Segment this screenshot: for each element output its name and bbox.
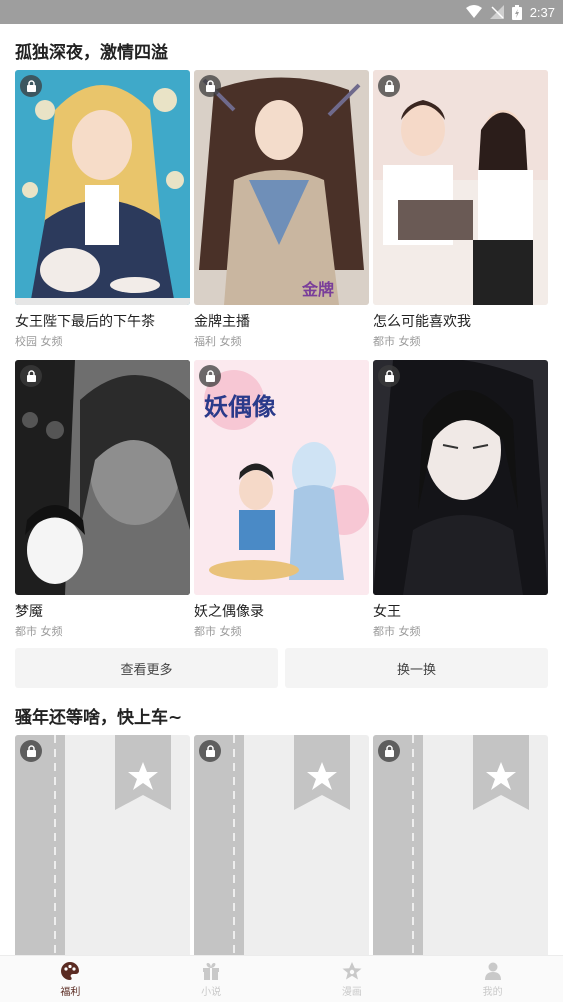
nav-item-novel[interactable]: 小说 — [141, 956, 282, 1002]
lock-icon — [20, 365, 42, 387]
nav-item-comic[interactable]: 漫画 — [282, 956, 423, 1002]
comic-cover[interactable]: 金牌 — [194, 70, 369, 305]
bookmark-placeholder-icon — [373, 735, 529, 960]
nav-label: 小说 — [201, 986, 222, 998]
lock-icon — [378, 365, 400, 387]
no-signal-icon — [489, 5, 504, 19]
placeholder-card[interactable] — [194, 735, 369, 960]
comic-cover[interactable] — [373, 70, 548, 305]
svg-text:金牌: 金牌 — [301, 280, 334, 299]
comic-tags: 都市 女频 — [373, 625, 421, 638]
comic-tags: 福利 女频 — [194, 335, 242, 348]
wifi-icon — [465, 5, 482, 18]
section-title: 孤独深夜，激情四溢 — [15, 43, 168, 63]
comic-cover[interactable]: 妖偶像 — [194, 360, 369, 595]
palette-icon — [61, 961, 80, 980]
comic-card[interactable]: 妖偶像 妖之偶像录 都市 女频 — [194, 360, 369, 639]
placeholder-card[interactable] — [373, 735, 548, 960]
person-icon — [484, 962, 501, 980]
cover-art-queen — [373, 360, 548, 595]
lock-icon — [20, 75, 42, 97]
comic-title: 怎么可能喜欢我 — [373, 314, 471, 330]
gift-icon — [203, 962, 220, 980]
comic-cover[interactable] — [15, 70, 190, 305]
comic-title: 金牌主播 — [194, 314, 250, 330]
lock-icon — [378, 740, 400, 762]
nav-item-profile[interactable]: 我的 — [422, 956, 563, 1002]
status-bar: 2:37 — [0, 0, 563, 24]
nav-label: 我的 — [482, 986, 503, 998]
lock-icon — [378, 75, 400, 97]
cover-art-nightmare — [15, 360, 190, 595]
comic-tags: 校园 女频 — [15, 335, 63, 348]
nav-label: 福利 — [60, 986, 81, 998]
comic-cover[interactable] — [15, 360, 190, 595]
lock-icon — [199, 740, 221, 762]
view-more-button[interactable]: 查看更多 — [15, 648, 278, 688]
cover-art-school-couple — [373, 70, 548, 305]
comic-tags: 都市 女频 — [15, 625, 63, 638]
comic-title: 梦魇 — [15, 604, 43, 620]
cover-art-tea-party — [15, 70, 190, 305]
comic-card[interactable]: 梦魇 都市 女频 — [15, 360, 190, 639]
section-title: 骚年还等啥，快上车~ — [15, 708, 183, 728]
comic-title: 妖之偶像录 — [194, 604, 264, 620]
comic-card[interactable]: 女王陛下最后的下午茶 校园 女频 — [15, 70, 190, 349]
comic-tags: 都市 女频 — [194, 625, 242, 638]
lock-icon — [199, 75, 221, 97]
nav-item-welfare[interactable]: 福利 — [0, 956, 141, 1002]
comic-cover[interactable] — [373, 360, 548, 595]
nav-label: 漫画 — [341, 986, 362, 998]
cover-art-anchor-girl: 金牌 — [194, 70, 369, 305]
status-time: 2:37 — [529, 4, 555, 20]
comic-title: 女王 — [373, 604, 401, 620]
lock-icon — [20, 740, 42, 762]
bookmark-placeholder-icon — [194, 735, 350, 960]
comic-card[interactable]: 金牌 金牌主播 福利 女频 — [194, 70, 369, 349]
comic-title: 女王陛下最后的下午茶 — [15, 314, 155, 330]
comic-tags: 都市 女频 — [373, 335, 421, 348]
lock-icon — [199, 365, 221, 387]
placeholder-card[interactable] — [15, 735, 190, 960]
bottom-nav: 福利 小说 漫画 我的 — [0, 955, 563, 1002]
star-icon — [342, 961, 362, 979]
refresh-button[interactable]: 换一换 — [285, 648, 548, 688]
svg-text:妖偶像: 妖偶像 — [204, 393, 277, 421]
comic-card[interactable]: 怎么可能喜欢我 都市 女频 — [373, 70, 548, 349]
bookmark-placeholder-icon — [15, 735, 171, 960]
cover-art-idol: 妖偶像 — [194, 360, 369, 595]
battery-icon — [511, 4, 522, 20]
comic-card[interactable]: 女王 都市 女频 — [373, 360, 548, 639]
